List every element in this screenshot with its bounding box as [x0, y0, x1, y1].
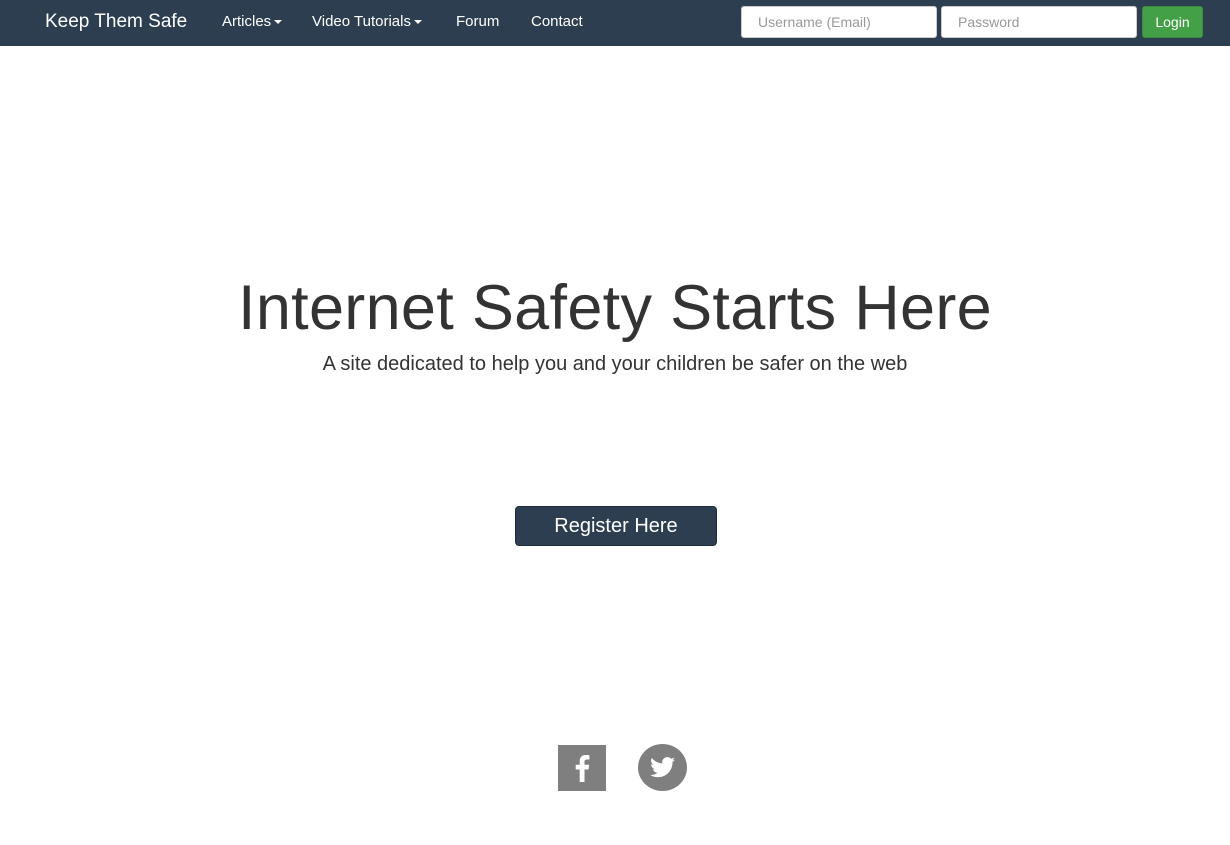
nav-contact[interactable]: Contact — [531, 13, 583, 31]
nav-articles[interactable]: Articles — [222, 13, 283, 31]
username-input[interactable] — [741, 6, 937, 38]
chevron-down-icon — [274, 20, 283, 25]
hero-title: Internet Safety Starts Here — [238, 273, 992, 343]
top-navbar: Keep Them Safe Articles Video Tutorials … — [0, 0, 1230, 46]
twitter-icon[interactable] — [638, 744, 687, 791]
nav-forum-label: Forum — [456, 13, 500, 30]
nav-forum[interactable]: Forum — [456, 13, 499, 31]
nav-contact-label: Contact — [531, 13, 583, 30]
nav-video-tutorials-label: Video Tutorials — [312, 13, 411, 30]
login-button[interactable]: Login — [1142, 6, 1203, 38]
facebook-icon[interactable] — [558, 745, 606, 791]
facebook-icon-glyph — [558, 745, 606, 791]
hero-subtitle: A site dedicated to help you and your ch… — [322, 353, 908, 375]
password-input[interactable] — [941, 6, 1137, 38]
nav-video-tutorials[interactable]: Video Tutorials — [312, 13, 422, 31]
brand-link[interactable]: Keep Them Safe — [45, 10, 187, 34]
register-button[interactable]: Register Here — [515, 506, 717, 546]
nav-articles-label: Articles — [222, 13, 272, 30]
twitter-icon-glyph — [638, 744, 687, 791]
chevron-down-icon — [413, 20, 422, 25]
